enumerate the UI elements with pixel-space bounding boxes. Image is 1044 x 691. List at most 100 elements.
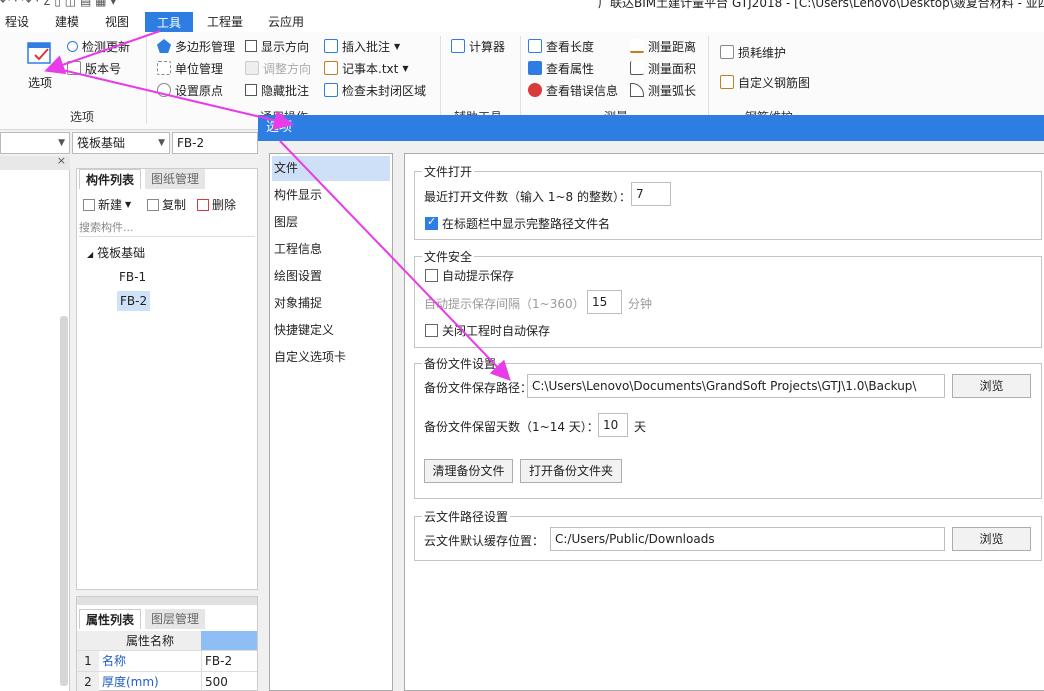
backup-browse-button[interactable]: 浏览 xyxy=(952,374,1031,398)
open-backup-folder-button[interactable]: 打开备份文件夹 xyxy=(520,459,622,483)
dialog-title: 选项 xyxy=(266,120,293,135)
set-origin-button[interactable]: 设置原点 xyxy=(157,80,223,100)
tree-item-fb1[interactable]: FB-1 xyxy=(119,267,146,287)
nav-item-drawing-settings[interactable]: 绘图设置 xyxy=(272,264,390,289)
version-button[interactable]: 版本号 xyxy=(67,58,121,78)
combo-left[interactable]: ▼ xyxy=(0,132,70,154)
version-icon xyxy=(67,61,81,75)
clear-backup-button[interactable]: 清理备份文件 xyxy=(424,459,513,483)
chevron-down-icon: ▼ xyxy=(158,138,165,148)
cloud-browse-button[interactable]: 浏览 xyxy=(952,527,1031,551)
backup-path-input[interactable]: C:\Users\Lenovo\Documents\GrandSoft Proj… xyxy=(527,374,945,398)
legend-backup: 备份文件设置 xyxy=(422,355,499,372)
menu-quantities[interactable]: 工程量 xyxy=(202,12,248,32)
save-interval-unit: 分钟 xyxy=(628,297,653,311)
nav-item-layers[interactable]: 图层 xyxy=(272,210,390,235)
table-row[interactable]: 2 厚度(mm) 500 xyxy=(77,672,257,691)
component-type-select[interactable]: 筏板基础 ▼ xyxy=(72,132,170,154)
options-label: 选项 xyxy=(28,76,53,90)
cloud-cache-input[interactable]: C:/Users/Public/Downloads xyxy=(550,527,945,551)
save-interval-label: 自动提示保存间隔（1~360） xyxy=(424,297,585,311)
hide-annotation-checkbox[interactable]: 隐藏批注 xyxy=(245,80,309,100)
arc-icon xyxy=(630,83,644,97)
show-direction-checkbox[interactable]: 显示方向 xyxy=(245,36,309,56)
tree-item-fb2[interactable]: FB-2 xyxy=(117,291,151,311)
menu-project-settings[interactable]: 程设置 xyxy=(0,12,34,49)
tab-drawing-mgmt[interactable]: 图纸管理 xyxy=(145,169,206,189)
measure-distance-button[interactable]: 测量距离 xyxy=(630,36,696,56)
tab-layer-mgmt[interactable]: 图层管理 xyxy=(145,609,206,629)
nav-item-shortcuts[interactable]: 快捷键定义 xyxy=(272,318,390,343)
search-input[interactable]: 搜索构件... xyxy=(79,219,255,237)
group-divider xyxy=(440,36,441,124)
backup-days-input[interactable]: 10 xyxy=(598,413,628,437)
tab-property-list[interactable]: 属性列表 xyxy=(79,609,142,629)
save-interval-input[interactable]: 15 xyxy=(587,290,622,314)
custom-rebar-button[interactable]: 自定义钢筋图 xyxy=(720,72,810,92)
options-icon xyxy=(27,42,51,64)
measure-area-button[interactable]: 测量面积 xyxy=(630,58,696,78)
legend-file-security: 文件安全 xyxy=(422,248,475,265)
options-large-button[interactable]: 选项 xyxy=(24,40,58,92)
delete-button[interactable]: 删除 xyxy=(197,195,236,215)
view-props-button[interactable]: 查看属性 xyxy=(528,58,594,78)
close-icon[interactable]: × xyxy=(57,154,66,167)
update-icon xyxy=(67,40,78,52)
rebar-icon xyxy=(720,75,734,89)
options-nav-list: 文件 构件显示 图层 工程信息 绘图设置 对象捕捉 快捷键定义 自定义选项卡 xyxy=(269,153,393,691)
grid-icon xyxy=(720,45,734,59)
menu-tools[interactable]: 工具 xyxy=(145,12,193,32)
check-unclosed-button[interactable]: 检查未封闭区域 xyxy=(324,80,426,100)
recent-files-label: 最近打开文件数（输入 1~8 的整数）： xyxy=(424,190,631,204)
copy-icon xyxy=(147,199,159,211)
measure-arc-button[interactable]: 测量弧长 xyxy=(630,80,696,100)
calculator-button[interactable]: 计算器 xyxy=(451,36,505,56)
recent-files-input[interactable]: 7 xyxy=(631,182,671,206)
table-row[interactable]: 1 名称 FB-2 xyxy=(77,651,257,672)
menu-modeling[interactable]: 建模 xyxy=(50,12,84,32)
delete-icon xyxy=(197,199,209,211)
error-icon xyxy=(528,83,542,97)
nav-item-component-display[interactable]: 构件显示 xyxy=(272,183,390,208)
unit-icon xyxy=(157,61,171,75)
tree-root[interactable]: ◢ 筏板基础 xyxy=(87,243,145,263)
view-length-button[interactable]: 查看长度 xyxy=(528,36,594,56)
dialog-title-bar[interactable]: 选项 xyxy=(258,115,1044,141)
nav-item-object-snap[interactable]: 对象捕捉 xyxy=(272,291,390,316)
properties-icon xyxy=(528,61,542,75)
loss-maintenance-button[interactable]: 损耗维护 xyxy=(720,42,786,62)
auto-prompt-save-checkbox[interactable]: 自动提示保存 xyxy=(425,267,514,284)
scrollbar[interactable] xyxy=(60,316,68,686)
insert-annotation-button[interactable]: 插入批注 ▼ xyxy=(324,36,400,56)
menu-view[interactable]: 视图 xyxy=(100,12,134,32)
new-button[interactable]: 新建 ▼ xyxy=(83,195,131,215)
show-full-path-checkbox[interactable]: 在标题栏中显示完整路径文件名 xyxy=(425,215,610,232)
nav-item-custom-tabs[interactable]: 自定义选项卡 xyxy=(272,345,390,370)
menu-cloud[interactable]: 云应用 xyxy=(264,12,308,32)
copy-button[interactable]: 复制 xyxy=(147,195,186,215)
unit-mgmt-button[interactable]: 单位管理 xyxy=(157,58,223,78)
nav-item-project-info[interactable]: 工程信息 xyxy=(272,237,390,262)
collapse-icon[interactable]: ◢ xyxy=(87,250,93,259)
notepad-button[interactable]: 记事本.txt ▼ xyxy=(324,58,408,78)
annotation-icon xyxy=(324,39,338,53)
autosave-on-close-checkbox[interactable]: 关闭工程时自动保存 xyxy=(425,322,550,339)
component-select[interactable]: FB-2 xyxy=(172,132,258,154)
title-bar: ↶ · ↷ · Σ ▯ ◫ ▤ ▦ ▾ 广联达BIM土建计量平台 GTJ2018… xyxy=(0,0,1044,10)
adjust-direction-icon xyxy=(245,61,259,75)
checkbox-checked-icon xyxy=(425,215,438,230)
check-update-button[interactable]: 检测更新 xyxy=(67,36,130,56)
polygon-mgmt-button[interactable]: 多边形管理 xyxy=(157,36,235,56)
chevron-down-icon: ▼ xyxy=(402,63,409,73)
menu-bar: 程设置 建模 视图 工具 工程量 云应用 xyxy=(0,10,1044,49)
left-panel: ▼ 筏板基础 ▼ FB-2 × 构件列表 图纸管理 新建 ▼ 复制 删除 搜索构件.… xyxy=(0,130,258,691)
properties-panel: 属性列表 图层管理 属性名称 1 名称 FB-2 2 厚度(mm) 500 xyxy=(76,596,258,691)
nav-item-file[interactable]: 文件 xyxy=(272,156,390,181)
chevron-down-icon: ▼ xyxy=(58,138,65,148)
group-label-options: 选项 xyxy=(70,110,95,124)
cloud-cache-label: 云文件默认缓存位置： xyxy=(424,534,545,548)
group-divider xyxy=(708,36,709,124)
quick-access-toolbar[interactable]: ↶ · ↷ · Σ ▯ ◫ ▤ ▦ ▾ xyxy=(0,0,116,8)
view-errors-button[interactable]: 查看错误信息 xyxy=(528,80,618,100)
tab-component-list[interactable]: 构件列表 xyxy=(79,169,142,189)
